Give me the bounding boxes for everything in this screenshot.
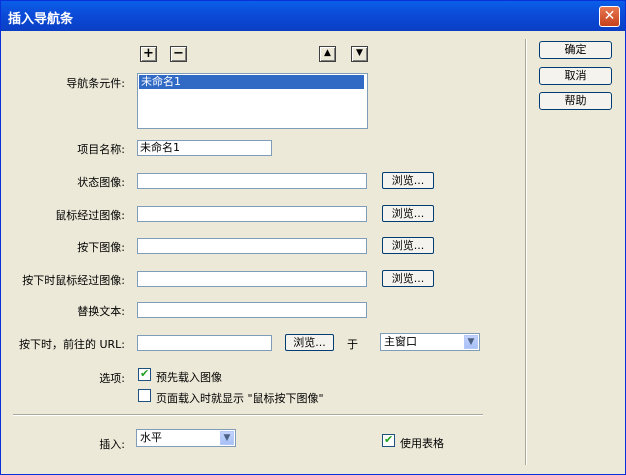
- show-down-image-checkbox[interactable]: [138, 389, 151, 402]
- insert-orientation-value: 水平: [140, 431, 162, 444]
- insert-orientation-select[interactable]: 水平 ▼: [136, 429, 236, 447]
- alt-text-input[interactable]: [137, 302, 367, 318]
- chevron-down-icon: ▼: [220, 431, 234, 445]
- insert-navbar-dialog: 插入导航条 ✕ + − ▲ ▼ 导航条元件: 未命名1 项目名称: 未命名1 状…: [0, 0, 626, 475]
- show-down-image-label: 页面载入时就显示 "鼠标按下图像": [156, 392, 324, 405]
- url-label: 按下时，前往的 URL:: [18, 338, 125, 351]
- move-down-button[interactable]: ▼: [351, 46, 368, 62]
- preload-images-label: 预先载入图像: [156, 371, 222, 384]
- state-image-label: 状态图像:: [77, 176, 125, 189]
- plus-icon: +: [143, 46, 154, 61]
- move-up-button[interactable]: ▲: [319, 46, 336, 62]
- url-input[interactable]: [137, 335, 272, 351]
- chevron-down-icon: ▼: [464, 335, 478, 349]
- down-image-browse-button[interactable]: 浏览...: [382, 237, 434, 254]
- nav-elements-list[interactable]: 未命名1: [137, 73, 368, 129]
- url-browse-button[interactable]: 浏览...: [285, 334, 334, 351]
- rollover-image-browse-button[interactable]: 浏览...: [382, 205, 434, 222]
- arrow-up-icon: ▲: [324, 48, 331, 58]
- use-tables-label: 使用表格: [400, 437, 444, 450]
- close-icon: ✕: [603, 8, 616, 24]
- horizontal-divider: [13, 414, 483, 416]
- target-window-select[interactable]: 主窗口 ▼: [380, 333, 480, 351]
- item-name-value: 未命名1: [140, 141, 180, 154]
- cancel-button[interactable]: 取消: [539, 67, 612, 85]
- down-rollover-image-input[interactable]: [137, 271, 367, 287]
- arrow-down-icon: ▼: [356, 48, 363, 58]
- target-in-label: 于: [347, 338, 358, 351]
- item-name-input[interactable]: 未命名1: [137, 140, 272, 156]
- down-rollover-image-label: 按下时鼠标经过图像:: [22, 274, 125, 287]
- window-title: 插入导航条: [8, 12, 74, 27]
- add-item-button[interactable]: +: [140, 46, 157, 62]
- state-image-input[interactable]: [137, 173, 367, 189]
- target-window-value: 主窗口: [384, 335, 417, 348]
- checkmark-icon: ✔: [384, 433, 394, 446]
- rollover-image-input[interactable]: [137, 206, 367, 222]
- list-item[interactable]: 未命名1: [139, 75, 364, 89]
- remove-item-button[interactable]: −: [170, 46, 187, 62]
- use-tables-checkbox[interactable]: ✔: [382, 433, 395, 447]
- down-image-label: 按下图像:: [77, 241, 125, 254]
- help-button[interactable]: 帮助: [539, 92, 612, 110]
- close-button[interactable]: ✕: [599, 6, 620, 27]
- minus-icon: −: [173, 46, 184, 61]
- preload-images-checkbox[interactable]: ✔: [138, 367, 151, 381]
- alt-text-label: 替换文本:: [77, 305, 125, 318]
- item-name-label: 项目名称:: [77, 143, 125, 156]
- rollover-image-label: 鼠标经过图像:: [55, 209, 125, 222]
- checkmark-icon: ✔: [140, 367, 150, 380]
- ok-button[interactable]: 确定: [539, 41, 612, 59]
- options-label: 选项:: [99, 372, 125, 385]
- down-rollover-image-browse-button[interactable]: 浏览...: [382, 270, 434, 287]
- insert-label: 插入:: [99, 438, 125, 451]
- title-bar[interactable]: 插入导航条 ✕: [1, 1, 625, 31]
- nav-elements-label: 导航条元件:: [66, 77, 125, 90]
- vertical-divider: [525, 39, 527, 465]
- state-image-browse-button[interactable]: 浏览...: [382, 172, 434, 189]
- down-image-input[interactable]: [137, 238, 367, 254]
